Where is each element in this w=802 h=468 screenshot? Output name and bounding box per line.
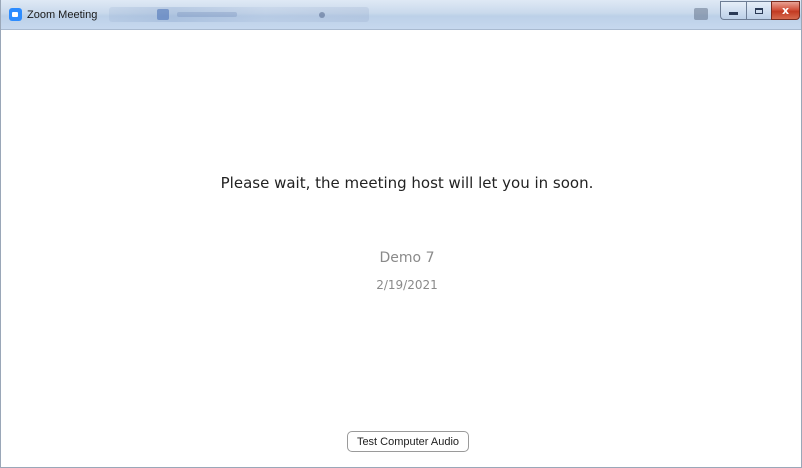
maximize-icon bbox=[755, 7, 763, 14]
minimize-button[interactable] bbox=[720, 1, 746, 20]
window-controls: x bbox=[720, 1, 800, 20]
title-bar[interactable]: Zoom Meeting x bbox=[1, 0, 801, 30]
obscured-icon bbox=[157, 9, 169, 20]
close-button[interactable]: x bbox=[771, 1, 800, 20]
obscured-dot bbox=[319, 12, 325, 18]
minimize-icon bbox=[729, 12, 738, 15]
waiting-room-content: Please wait, the meeting host will let y… bbox=[1, 30, 801, 467]
test-computer-audio-button[interactable]: Test Computer Audio bbox=[347, 431, 469, 452]
obscured-text bbox=[177, 12, 237, 17]
close-icon: x bbox=[781, 4, 790, 17]
window-title: Zoom Meeting bbox=[27, 9, 98, 21]
obscured-tray-icon bbox=[694, 8, 708, 20]
meeting-name: Demo 7 bbox=[379, 250, 435, 266]
meeting-date: 2/19/2021 bbox=[376, 278, 438, 292]
zoom-meeting-window: Zoom Meeting x Please wait, the meeting … bbox=[0, 0, 802, 468]
obscured-titlebar-region bbox=[109, 7, 369, 22]
maximize-button[interactable] bbox=[746, 1, 771, 20]
zoom-camera-icon bbox=[9, 8, 22, 21]
waiting-room-message: Please wait, the meeting host will let y… bbox=[220, 174, 594, 192]
